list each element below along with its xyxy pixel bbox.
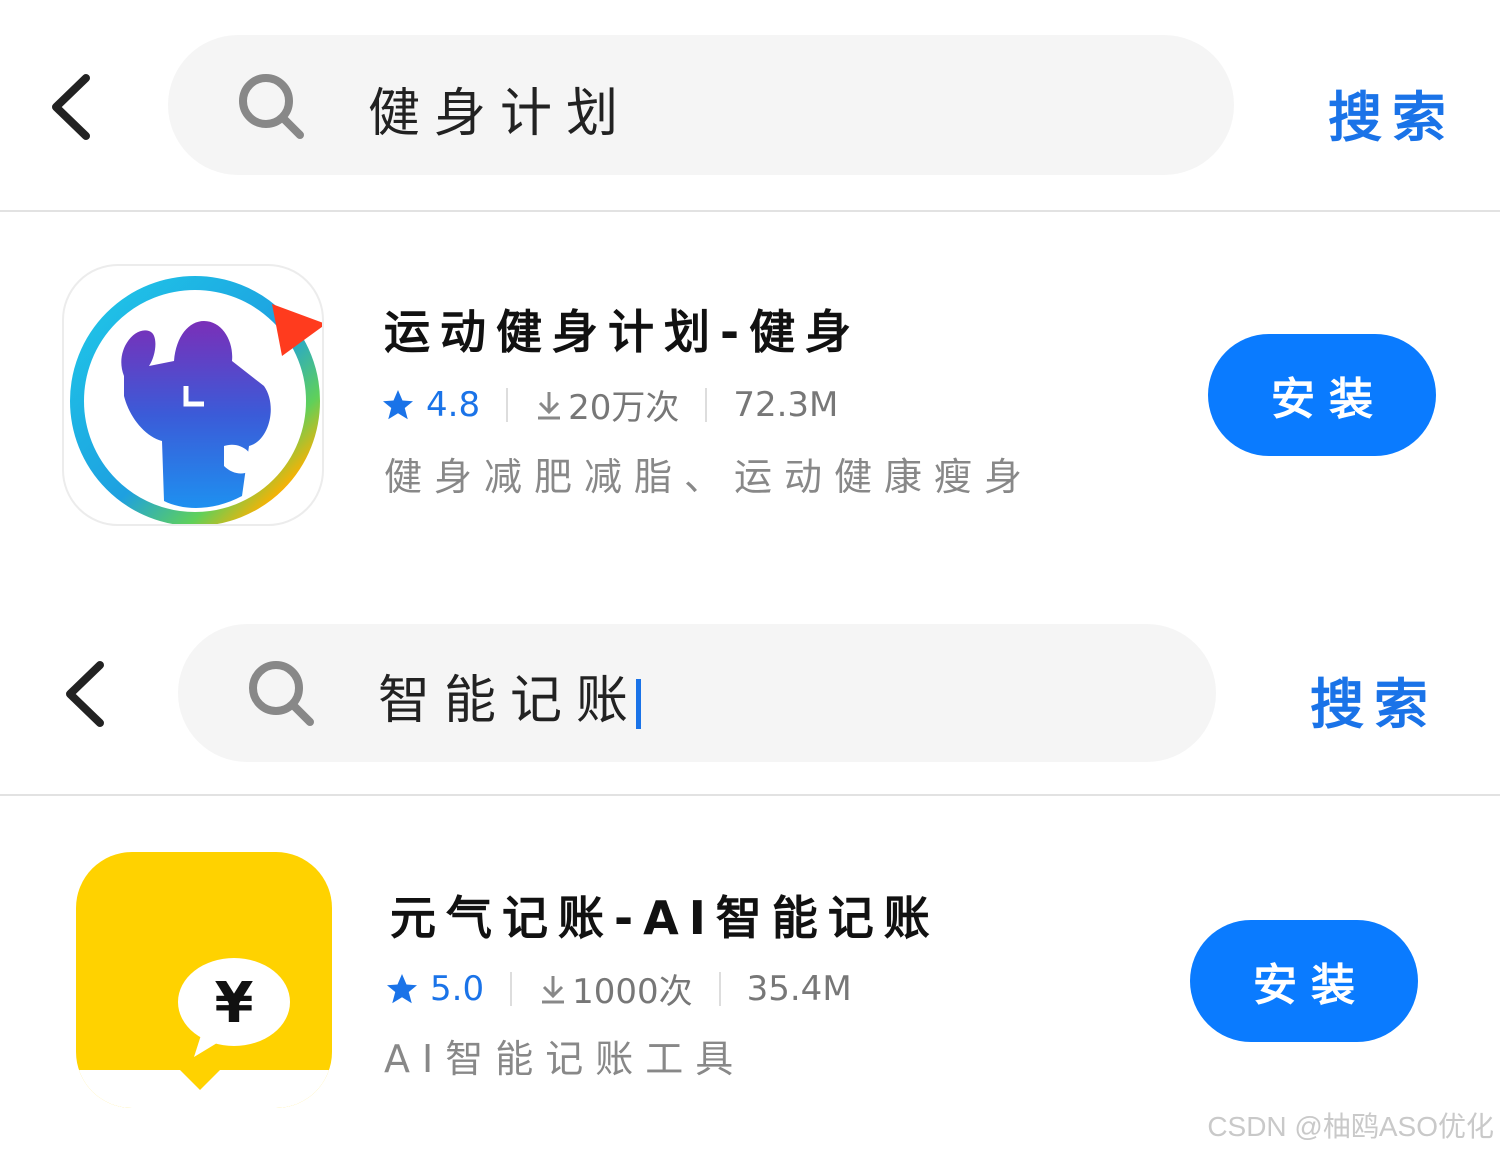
star-icon <box>383 389 413 419</box>
search-query: 健身计划 <box>368 84 633 144</box>
app-description: 健身减肥减脂、运动健康瘦身 <box>384 455 1035 499</box>
watermark: CSDN @柚鸥ASO优化 <box>1207 1111 1494 1142</box>
separator <box>705 387 708 422</box>
chevron-left-icon <box>66 661 104 727</box>
app-icon <box>62 264 324 526</box>
app-size: 35.4M <box>746 968 852 1009</box>
search-panel-accounting: 智能记账 搜索 ¥ 元气记账-AI智能记账 5.0 1000次 35.4M AI… <box>0 590 1500 1153</box>
search-icon <box>249 661 314 726</box>
app-name: 元气记账-AI智能记账 <box>390 891 940 945</box>
search-button[interactable]: 搜索 <box>1310 660 1438 739</box>
search-bar: 智能记账 搜索 <box>0 624 1500 784</box>
app-meta: 4.8 20万次 72.3M <box>380 380 838 429</box>
separator <box>718 971 721 1006</box>
install-button[interactable]: 安装 <box>1208 334 1436 456</box>
separator <box>506 387 509 422</box>
search-input[interactable]: 智能记账 <box>178 624 1216 762</box>
app-rating: 5.0 <box>430 968 485 1009</box>
yen-speech-bubble-icon: ¥ <box>76 958 332 1108</box>
app-downloads: 20万次 <box>568 388 680 428</box>
app-description: AI智能记账工具 <box>384 1037 746 1081</box>
download-icon <box>542 975 565 1003</box>
search-icon <box>239 74 304 139</box>
back-button[interactable] <box>40 67 100 147</box>
app-size: 72.3M <box>733 384 839 425</box>
bodybuilder-icon <box>70 276 322 524</box>
search-query: 智能记账 <box>378 658 643 733</box>
divider <box>0 794 1500 796</box>
divider <box>0 210 1500 212</box>
install-button[interactable]: 安装 <box>1190 920 1418 1042</box>
app-icon: ¥ <box>76 852 332 1108</box>
svg-text:¥: ¥ <box>215 971 254 1036</box>
app-meta: 5.0 1000次 35.4M <box>384 964 852 1013</box>
search-query-text: 智能记账 <box>378 671 643 731</box>
app-rating: 4.8 <box>426 384 481 425</box>
download-icon <box>538 391 561 419</box>
search-bar: 健身计划 搜索 <box>0 35 1500 195</box>
app-name: 运动健身计划-健身 <box>384 305 862 359</box>
search-panel-fitness: 健身计划 搜索 运动健身计划-健身 4.8 20万次 72.3M 健身减肥减脂、… <box>0 0 1500 580</box>
app-downloads: 1000次 <box>572 972 693 1012</box>
separator <box>510 971 513 1006</box>
back-button[interactable] <box>54 654 114 734</box>
text-caret <box>636 679 642 729</box>
search-button[interactable]: 搜索 <box>1328 73 1456 152</box>
search-input[interactable]: 健身计划 <box>168 35 1234 175</box>
star-icon <box>387 973 417 1003</box>
chevron-left-icon <box>52 74 90 140</box>
